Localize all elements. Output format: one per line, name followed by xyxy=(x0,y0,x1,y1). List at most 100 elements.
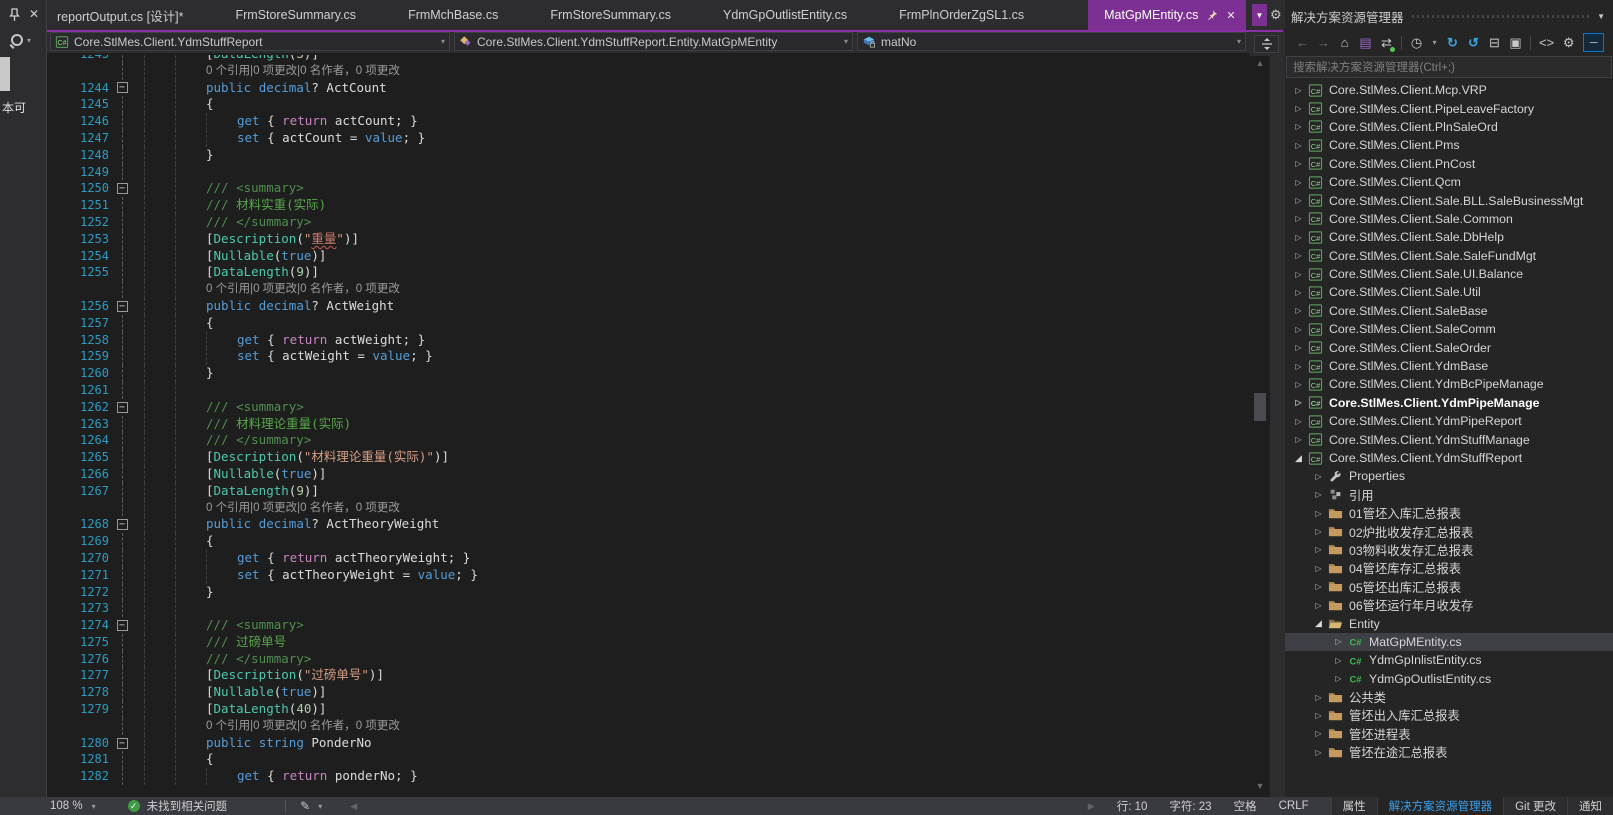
panel-tab-item[interactable]: 通知 xyxy=(1567,797,1613,815)
editor-tab[interactable]: FrmPlnOrderZgSL1.cs xyxy=(899,8,1024,22)
code-line[interactable]: 1250−/// <summary> xyxy=(47,180,1250,197)
properties-icon[interactable]: ⚙ xyxy=(1562,35,1575,51)
code-line[interactable]: 1271set { actTheoryWeight = value; } xyxy=(47,567,1250,584)
tree-item[interactable]: ▷C#Core.StlMes.Client.Sale.SaleFundMgt xyxy=(1285,247,1613,265)
tree-item[interactable]: ▷C#Core.StlMes.Client.Sale.BLL.SaleBusin… xyxy=(1285,191,1613,209)
tree-item[interactable]: ▷C#Core.StlMes.Client.PlnSaleOrd xyxy=(1285,118,1613,136)
code-line[interactable]: 1261 xyxy=(47,382,1250,399)
pin-icon[interactable] xyxy=(1206,9,1218,21)
codelens-row[interactable]: 0 个引用|0 项更改|0 名作者，0 项更改 xyxy=(47,500,1250,517)
show-all-files-icon[interactable]: ▣ xyxy=(1509,35,1522,51)
fold-collapse-icon[interactable]: − xyxy=(117,620,128,631)
code-line[interactable]: 1253[Description("重量")] xyxy=(47,231,1250,248)
code-line[interactable]: 1245{ xyxy=(47,96,1250,113)
refresh-icon[interactable]: ↻ xyxy=(1446,35,1459,51)
expand-arrow-icon[interactable]: ▷ xyxy=(1290,104,1307,113)
tree-item[interactable]: ▷03物料收发存汇总报表 xyxy=(1285,541,1613,559)
panel-menu-icon[interactable]: ▼ xyxy=(1597,12,1605,21)
code-line[interactable]: 1280−public string PonderNo xyxy=(47,735,1250,752)
expand-arrow-icon[interactable]: ▷ xyxy=(1310,693,1327,702)
refresh-alt-icon[interactable]: ↺ xyxy=(1467,35,1480,51)
fold-collapse-icon[interactable]: − xyxy=(117,301,128,312)
indent-mode[interactable]: 空格 xyxy=(1234,798,1257,814)
pin-icon[interactable] xyxy=(9,8,20,21)
code-line[interactable]: 1256−public decimal? ActWeight xyxy=(47,298,1250,315)
tree-item[interactable]: ▷Properties xyxy=(1285,467,1613,485)
expand-arrow-icon[interactable]: ▷ xyxy=(1290,159,1307,168)
expand-arrow-icon[interactable]: ▷ xyxy=(1310,564,1327,573)
line-ending[interactable]: CRLF xyxy=(1279,800,1309,812)
tree-item[interactable]: ▷C#Core.StlMes.Client.PnCost xyxy=(1285,155,1613,173)
expand-arrow-icon[interactable]: ▷ xyxy=(1310,472,1327,481)
expand-arrow-icon[interactable]: ▷ xyxy=(1290,178,1307,187)
tree-item[interactable]: ◢C#Core.StlMes.Client.YdmStuffReport xyxy=(1285,449,1613,467)
tree-item[interactable]: ▷C#YdmGpOutlistEntity.cs xyxy=(1285,670,1613,688)
tree-item[interactable]: ▷C#Core.StlMes.Client.Sale.DbHelp xyxy=(1285,228,1613,246)
code-line[interactable]: 1251/// 材料实重(实际) xyxy=(47,197,1250,214)
code-line[interactable]: 1254[Nullable(true)] xyxy=(47,248,1250,265)
tree-item[interactable]: ▷C#Core.StlMes.Client.YdmBase xyxy=(1285,357,1613,375)
code-line[interactable]: 1275/// 过磅单号 xyxy=(47,634,1250,651)
breadcrumb-type-dropdown[interactable]: Core.StlMes.Client.YdmStuffReport.Entity… xyxy=(454,32,853,51)
expand-arrow-icon[interactable]: ▷ xyxy=(1290,288,1307,297)
expand-arrow-icon[interactable]: ▷ xyxy=(1290,306,1307,315)
expand-arrow-icon[interactable]: ▷ xyxy=(1290,270,1307,279)
codelens-info[interactable]: 0 个引用|0 项更改|0 名作者，0 项更改 xyxy=(206,281,400,298)
expand-arrow-icon[interactable]: ▷ xyxy=(1310,527,1327,536)
code-line[interactable]: 1270get { return actTheoryWeight; } xyxy=(47,550,1250,567)
panel-tab-active[interactable]: 解决方案资源管理器 xyxy=(1377,797,1504,815)
expand-arrow-icon[interactable]: ▷ xyxy=(1290,398,1307,407)
forward-icon[interactable]: → xyxy=(1317,35,1330,50)
editor-tab[interactable]: FrmStoreSummary.cs xyxy=(235,8,356,22)
tree-item[interactable]: ▷C#Core.StlMes.Client.PipeLeaveFactory xyxy=(1285,99,1613,117)
expand-arrow-icon[interactable]: ▷ xyxy=(1330,674,1347,683)
view-code-icon[interactable]: <> xyxy=(1539,35,1554,50)
nav-back-icon[interactable]: ◀ xyxy=(350,801,357,812)
expand-arrow-icon[interactable]: ▷ xyxy=(1310,509,1327,518)
back-icon[interactable]: ← xyxy=(1296,35,1309,50)
fold-collapse-icon[interactable]: − xyxy=(117,519,128,530)
editor-tab[interactable]: MatGpMEntity.cs✕ xyxy=(1088,0,1245,30)
code-line[interactable]: 1244−public decimal? ActCount xyxy=(47,80,1250,97)
tree-item[interactable]: ▷C#YdmGpInlistEntity.cs xyxy=(1285,651,1613,669)
expand-arrow-icon[interactable]: ▷ xyxy=(1310,490,1327,499)
codelens-row[interactable]: 0 个引用|0 项更改|0 名作者，0 项更改 xyxy=(47,718,1250,735)
code-line[interactable]: 1252/// </summary> xyxy=(47,214,1250,231)
collapse-arrow-icon[interactable]: ◢ xyxy=(1310,618,1327,629)
panel-drag-area[interactable] xyxy=(1412,15,1590,18)
expand-arrow-icon[interactable]: ▷ xyxy=(1310,582,1327,591)
code-line[interactable]: 1266[Nullable(true)] xyxy=(47,466,1250,483)
expand-arrow-icon[interactable]: ▷ xyxy=(1290,214,1307,223)
code-line[interactable]: 1281{ xyxy=(47,751,1250,768)
tree-item[interactable]: ▷C#Core.StlMes.Client.Pms xyxy=(1285,136,1613,154)
tree-item[interactable]: ▷C#Core.StlMes.Client.YdmPipeManage xyxy=(1285,394,1613,412)
tree-item[interactable]: ▷C#MatGpMEntity.cs xyxy=(1285,633,1613,651)
code-line[interactable]: 1282get { return ponderNo; } xyxy=(47,768,1250,785)
code-line[interactable]: 1248} xyxy=(47,147,1250,164)
code-line[interactable]: 1249 xyxy=(47,164,1250,181)
tree-item[interactable]: ◢Entity xyxy=(1285,614,1613,632)
code-line[interactable]: 1279[DataLength(40)] xyxy=(47,701,1250,718)
tree-item[interactable]: ▷04管坯库存汇总报表 xyxy=(1285,559,1613,577)
expand-arrow-icon[interactable]: ▷ xyxy=(1290,435,1307,444)
nav-forward-icon[interactable]: ▶ xyxy=(1088,801,1095,812)
code-line[interactable]: 1278[Nullable(true)] xyxy=(47,684,1250,701)
expand-arrow-icon[interactable]: ▷ xyxy=(1290,233,1307,242)
pending-changes-filter-icon[interactable]: ◷ xyxy=(1410,35,1423,51)
expand-arrow-icon[interactable]: ▷ xyxy=(1310,545,1327,554)
pen-icon[interactable]: ✎ xyxy=(300,799,310,813)
code-line[interactable]: 1269{ xyxy=(47,533,1250,550)
tree-item[interactable]: ▷C#Core.StlMes.Client.SaleBase xyxy=(1285,302,1613,320)
expand-arrow-icon[interactable]: ▷ xyxy=(1290,122,1307,131)
split-window-button[interactable] xyxy=(1254,35,1279,53)
scroll-down-icon[interactable]: ▼ xyxy=(1250,781,1270,791)
breadcrumb-project-dropdown[interactable]: C# Core.StlMes.Client.YdmStuffReport ▾ xyxy=(50,32,450,51)
expand-arrow-icon[interactable]: ▷ xyxy=(1310,729,1327,738)
search-caret-icon[interactable]: ▾ xyxy=(27,36,31,45)
code-line[interactable]: 1268−public decimal? ActTheoryWeight xyxy=(47,516,1250,533)
gear-icon[interactable]: ⚙ xyxy=(1270,7,1282,23)
tree-item[interactable]: ▷C#Core.StlMes.Client.YdmStuffManage xyxy=(1285,430,1613,448)
expand-arrow-icon[interactable]: ▷ xyxy=(1310,601,1327,610)
expand-arrow-icon[interactable]: ▷ xyxy=(1290,251,1307,260)
code-line[interactable]: 1257{ xyxy=(47,315,1250,332)
